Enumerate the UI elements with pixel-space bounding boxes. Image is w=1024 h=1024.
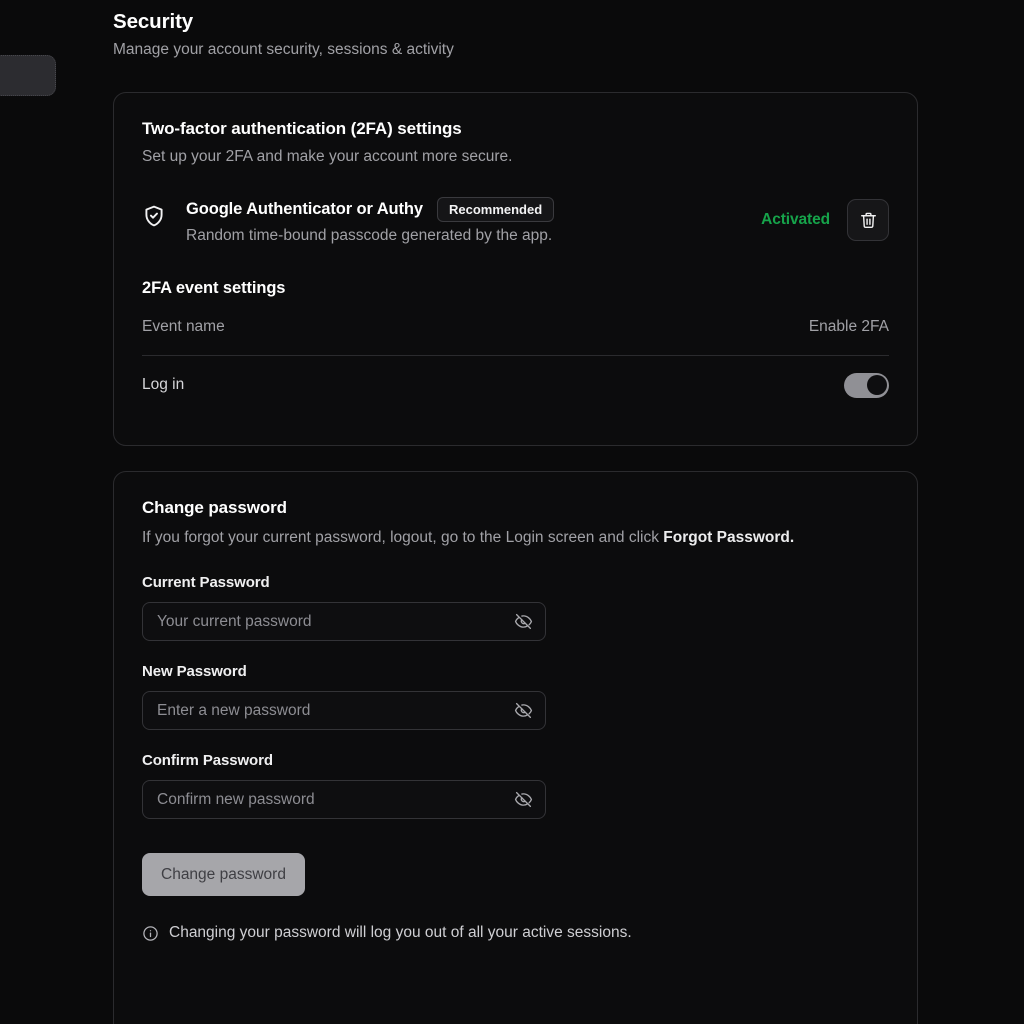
confirm-password-input[interactable] (143, 781, 545, 818)
password-change-note-text: Changing your password will log you out … (169, 924, 632, 941)
page-title: Security (113, 10, 194, 33)
eye-off-icon (514, 701, 533, 720)
table-row: Log in (142, 356, 889, 414)
new-password-input[interactable] (143, 692, 545, 729)
confirm-password-label: Confirm Password (142, 752, 273, 769)
two-factor-title: Two-factor authentication (2FA) settings (142, 119, 462, 138)
two-factor-subtitle: Set up your 2FA and make your account mo… (142, 148, 513, 165)
new-password-field-wrap (142, 691, 546, 730)
event-column-name: Event name (142, 318, 225, 335)
delete-2fa-method-button[interactable] (847, 199, 889, 241)
password-change-note: Changing your password will log you out … (142, 924, 889, 942)
trash-icon (859, 211, 878, 230)
info-circle-icon (142, 925, 159, 942)
eye-off-icon (514, 790, 533, 809)
new-password-label: New Password (142, 663, 247, 680)
confirm-password-group: Confirm Password (142, 752, 889, 819)
toggle-current-password-visibility-button[interactable] (512, 611, 534, 633)
security-settings-page: Security Manage your account security, s… (0, 0, 1024, 1024)
two-factor-method-actions: Activated (761, 199, 889, 241)
status-badge: Activated (761, 211, 830, 228)
recommended-badge: Recommended (436, 196, 555, 222)
change-password-card: Change password If you forgot your curre… (113, 471, 918, 1024)
change-password-description: If you forgot your current password, log… (142, 527, 822, 549)
eye-off-icon (514, 612, 533, 631)
page-subtitle: Manage your account security, sessions &… (113, 41, 454, 58)
event-table-header: Event name Enable 2FA (142, 318, 889, 356)
event-settings-table: Event name Enable 2FA Log in (142, 318, 889, 414)
change-password-submit-button[interactable]: Change password (142, 853, 305, 896)
change-password-description-text: If you forgot your current password, log… (142, 529, 664, 546)
toggle-confirm-password-visibility-button[interactable] (512, 789, 534, 811)
new-password-group: New Password (142, 663, 889, 730)
current-password-group: Current Password (142, 574, 889, 641)
forgot-password-emphasis: Forgot Password. (663, 529, 795, 546)
toggle-knob (866, 375, 887, 395)
two-factor-method-name: Google Authenticator or Authy (186, 199, 423, 218)
shield-check-icon (142, 204, 166, 228)
page-header: Security Manage your account security, s… (113, 9, 913, 60)
current-password-label: Current Password (142, 574, 270, 591)
event-column-enable: Enable 2FA (808, 318, 889, 335)
current-password-field-wrap (142, 602, 546, 641)
two-factor-card: Two-factor authentication (2FA) settings… (113, 92, 918, 446)
current-password-input[interactable] (143, 603, 545, 640)
event-row-label: Log in (142, 376, 185, 393)
confirm-password-field-wrap (142, 780, 546, 819)
sidebar-collapsed-item[interactable] (0, 55, 56, 96)
change-password-title: Change password (142, 498, 287, 517)
event-settings-heading: 2FA event settings (142, 279, 286, 297)
two-factor-method-row: Google Authenticator or Authy Recommende… (142, 196, 889, 247)
login-2fa-toggle[interactable] (844, 372, 889, 398)
toggle-new-password-visibility-button[interactable] (512, 700, 534, 722)
